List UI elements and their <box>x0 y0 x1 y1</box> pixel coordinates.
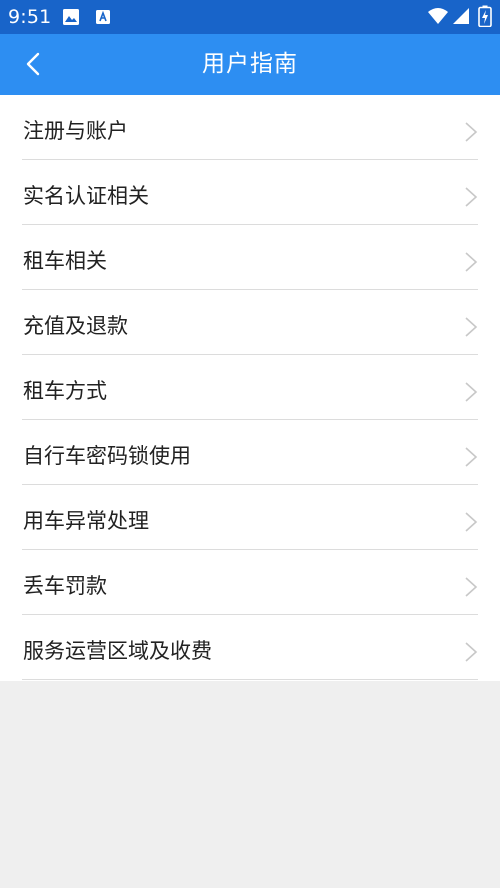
list-item-lost-bike-fine[interactable]: 丢车罚款 <box>0 550 500 615</box>
chevron-right-icon <box>465 642 478 662</box>
battery-charging-icon <box>478 5 492 27</box>
list-item-usage-issues[interactable]: 用车异常处理 <box>0 485 500 550</box>
list-item-bike-combination-lock[interactable]: 自行车密码锁使用 <box>0 420 500 485</box>
status-bar: 9:51 <box>0 0 500 34</box>
page-title: 用户指南 <box>202 51 298 77</box>
status-time: 9:51 <box>8 6 52 28</box>
signal-icon <box>453 8 469 24</box>
list-item-real-name-verification[interactable]: 实名认证相关 <box>0 160 500 225</box>
list-item-label: 注册与账户 <box>23 119 128 143</box>
image-icon <box>63 9 79 25</box>
list-item-label: 租车相关 <box>23 249 107 273</box>
a-notification-icon <box>96 10 110 24</box>
list-item-label: 租车方式 <box>23 379 107 403</box>
list-item-register-account[interactable]: 注册与账户 <box>0 95 500 160</box>
list-item-rental-related[interactable]: 租车相关 <box>0 225 500 290</box>
chevron-right-icon <box>465 577 478 597</box>
list-item-label: 用车异常处理 <box>23 509 149 533</box>
list-item-label: 服务运营区域及收费 <box>23 639 212 663</box>
list-item-recharge-refund[interactable]: 充值及退款 <box>0 290 500 355</box>
chevron-right-icon <box>465 122 478 142</box>
list-item-service-area-fees[interactable]: 服务运营区域及收费 <box>0 615 500 680</box>
list-item-label: 充值及退款 <box>23 314 128 338</box>
list-item-rental-methods[interactable]: 租车方式 <box>0 355 500 420</box>
chevron-right-icon <box>465 512 478 532</box>
guide-list: 注册与账户 实名认证相关 租车相关 充值及退款 租车方式 自行车密码锁使用 用车… <box>0 95 500 681</box>
app-bar: 用户指南 <box>0 34 500 95</box>
chevron-right-icon <box>465 187 478 207</box>
list-item-label: 实名认证相关 <box>23 184 149 208</box>
wifi-icon <box>428 8 448 24</box>
list-item-label: 丢车罚款 <box>23 574 107 598</box>
chevron-right-icon <box>465 317 478 337</box>
chevron-right-icon <box>465 252 478 272</box>
chevron-right-icon <box>465 382 478 402</box>
chevron-right-icon <box>465 447 478 467</box>
list-item-label: 自行车密码锁使用 <box>23 444 191 468</box>
